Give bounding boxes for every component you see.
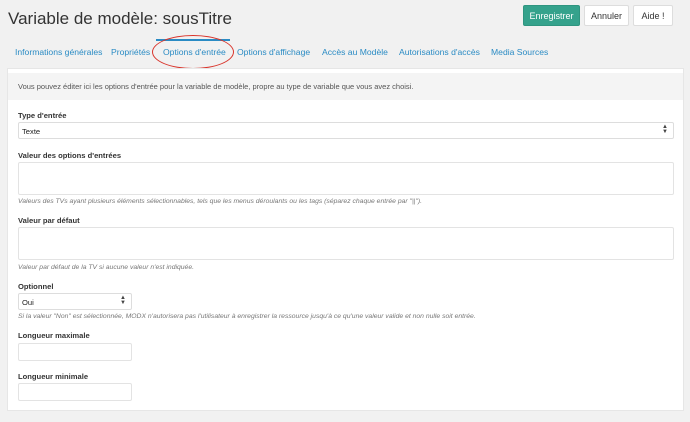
panel-description: Vous pouvez éditer ici les options d'ent…: [8, 73, 683, 100]
optional-value: Oui: [22, 298, 34, 307]
default-value-textarea[interactable]: [18, 227, 674, 260]
cancel-button[interactable]: Annuler: [584, 5, 629, 26]
input-options-help: Valeurs des TVs ayant plusieurs éléments…: [18, 198, 423, 205]
min-length-label: Longueur minimale: [18, 372, 89, 381]
input-type-label: Type d'entrée: [18, 111, 67, 120]
default-value-label: Valeur par défaut: [18, 216, 80, 225]
input-options-textarea[interactable]: [18, 162, 674, 195]
input-type-value: Texte: [22, 127, 41, 136]
tab-bar: Informations générales Propriétés Option…: [0, 38, 690, 66]
tab-media-sources[interactable]: Media Sources: [491, 47, 548, 57]
tab-properties[interactable]: Propriétés: [111, 47, 150, 57]
help-button[interactable]: Aide !: [633, 5, 673, 26]
select-arrows-icon: ▲ ▼: [120, 295, 126, 306]
input-type-select[interactable]: Texte ▲ ▼: [18, 122, 674, 139]
optional-help: Si la valeur "Non" est sélectionnée, MOD…: [18, 313, 476, 320]
tab-access-permissions[interactable]: Autorisations d'accès: [399, 47, 480, 57]
tab-template-access[interactable]: Accès au Modèle: [322, 47, 388, 57]
input-options-label: Valeur des options d'entrées: [18, 151, 122, 160]
optional-label: Optionnel: [18, 282, 54, 291]
default-value-help: Valeur par défaut de la TV si aucune val…: [18, 264, 194, 271]
tab-input-options[interactable]: Options d'entrée: [163, 47, 226, 57]
save-button[interactable]: Enregistrer: [523, 5, 580, 26]
select-arrows-icon: ▲ ▼: [662, 124, 668, 135]
page-title: Variable de modèle: sousTitre: [8, 9, 232, 28]
input-options-panel: Vous pouvez éditer ici les options d'ent…: [7, 68, 684, 411]
min-length-input[interactable]: [18, 383, 132, 401]
tab-general-info[interactable]: Informations générales: [15, 47, 102, 57]
optional-select[interactable]: Oui ▲ ▼: [18, 293, 132, 310]
page-header: Variable de modèle: sousTitre Enregistre…: [0, 0, 690, 38]
max-length-label: Longueur maximale: [18, 331, 90, 340]
active-tab-indicator: [156, 39, 230, 41]
max-length-input[interactable]: [18, 343, 132, 361]
tab-output-options[interactable]: Options d'affichage: [237, 47, 310, 57]
